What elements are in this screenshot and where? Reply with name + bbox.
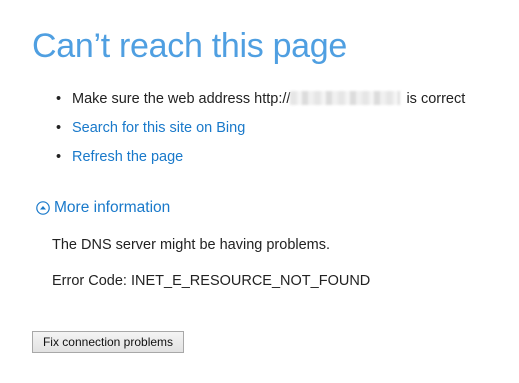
bullet-icon: • [56,149,62,165]
more-information-label: More information [54,199,171,216]
fix-connection-problems-button[interactable]: Fix connection problems [32,331,184,353]
refresh-page-link[interactable]: Refresh the page [72,149,183,165]
suggestion-refresh: • Refresh the page [56,146,465,175]
dns-message: The DNS server might be having problems. [52,237,331,253]
page-title: Can’t reach this page [32,27,348,65]
suggestions-list: • Make sure the web address http:// is c… [56,88,465,175]
bullet-icon: • [56,91,62,107]
bullet-icon: • [56,120,62,136]
chevron-up-circle-icon [36,201,50,215]
address-text-suffix: is correct [402,91,466,107]
suggestion-check-address: • Make sure the web address http:// is c… [56,88,465,117]
error-code: Error Code: INET_E_RESOURCE_NOT_FOUND [52,273,371,289]
error-page: Can’t reach this page • Make sure the we… [0,0,519,383]
more-information-toggle[interactable]: More information [36,199,170,217]
search-bing-link[interactable]: Search for this site on Bing [72,120,245,136]
address-text-prefix: Make sure the web address http:// [72,91,291,107]
suggestion-search-bing: • Search for this site on Bing [56,117,465,146]
redacted-address [290,91,401,105]
